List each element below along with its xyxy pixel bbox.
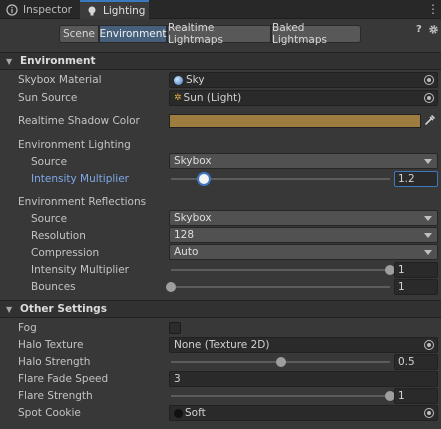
slider-thumb[interactable]	[275, 357, 286, 367]
halo-strength-label: Halo Strength	[18, 356, 91, 368]
halo-texture-field[interactable]: None (Texture 2D)	[169, 337, 438, 353]
eyedropper-icon[interactable]	[423, 113, 437, 127]
dropdown-value: Auto	[174, 246, 199, 258]
help-icon[interactable]: ?	[416, 24, 426, 36]
lightbulb-icon	[88, 6, 96, 15]
section-title: Other Settings	[20, 303, 107, 315]
tab-environment[interactable]: Environment	[99, 25, 167, 43]
halo-texture-label: Halo Texture	[18, 339, 84, 351]
slider-thumb[interactable]	[198, 174, 209, 184]
tab-realtime-lightmaps[interactable]: Realtime Lightmaps	[167, 22, 271, 46]
flare-strength-label: Flare Strength	[18, 390, 93, 402]
bounces-input[interactable]: 1	[394, 279, 438, 295]
tab-scene[interactable]: Scene	[59, 25, 99, 43]
bounces-label: Bounces	[31, 281, 76, 293]
chevron-down-icon	[424, 250, 432, 255]
resolution-label: Resolution	[31, 230, 86, 242]
fog-checkbox[interactable]	[169, 322, 181, 334]
object-picker-icon[interactable]	[424, 340, 434, 350]
spot-cookie-value: Soft	[185, 407, 206, 419]
reflection-intensity-slider[interactable]	[171, 269, 390, 271]
skybox-material-field[interactable]: Sky	[169, 72, 438, 88]
flare-fade-input[interactable]: 3	[169, 371, 438, 387]
skybox-material-value: Sky	[186, 74, 205, 86]
reflections-source-dropdown[interactable]: Skybox	[169, 210, 438, 226]
object-picker-icon[interactable]	[424, 93, 434, 103]
dropdown-value: 128	[174, 229, 195, 241]
sun-source-label: Sun Source	[18, 92, 78, 104]
resolution-dropdown[interactable]: 128	[169, 227, 438, 243]
lighting-intensity-label: Intensity Multiplier	[31, 173, 129, 185]
foldout-arrow-icon: ▼	[6, 56, 13, 66]
lighting-intensity-input[interactable]: 1.2	[394, 171, 438, 187]
light-icon: ✲	[174, 93, 182, 103]
bounces-slider[interactable]	[171, 286, 390, 288]
chevron-down-icon	[424, 216, 432, 221]
dropdown-value: Skybox	[174, 155, 212, 167]
reflection-intensity-input[interactable]: 1	[394, 262, 438, 278]
shadow-color-label: Realtime Shadow Color	[18, 115, 140, 127]
skybox-material-label: Skybox Material	[18, 74, 102, 86]
material-icon	[174, 75, 183, 85]
section-environment[interactable]: ▼ Environment	[0, 52, 441, 70]
spot-cookie-label: Spot Cookie	[18, 407, 81, 419]
dropdown-value: Skybox	[174, 212, 212, 224]
flare-strength-slider[interactable]	[171, 395, 390, 397]
section-other-settings[interactable]: ▼ Other Settings	[0, 300, 441, 318]
texture-icon	[174, 408, 183, 418]
shadow-color-swatch[interactable]	[169, 114, 421, 128]
reflection-intensity-label: Intensity Multiplier	[31, 264, 129, 276]
tab-inspector[interactable]: Inspector	[0, 0, 80, 19]
sun-source-value: Sun (Light)	[183, 92, 242, 104]
flare-strength-input[interactable]: 1	[394, 388, 438, 404]
fog-label: Fog	[18, 322, 37, 334]
flare-fade-value: 3	[174, 373, 181, 385]
compression-label: Compression	[31, 247, 100, 259]
slider-thumb[interactable]	[166, 282, 176, 292]
info-icon	[6, 3, 18, 16]
object-picker-icon[interactable]	[424, 75, 434, 85]
more-options-icon[interactable]: ⋮	[427, 2, 439, 16]
environment-reflections-heading: Environment Reflections	[18, 196, 147, 208]
reflections-source-label: Source	[31, 213, 68, 225]
foldout-arrow-icon: ▼	[6, 304, 13, 314]
compression-dropdown[interactable]: Auto	[169, 244, 438, 260]
sun-source-field[interactable]: ✲ Sun (Light)	[169, 90, 438, 106]
halo-texture-value: None (Texture 2D)	[174, 339, 270, 351]
tab-baked-lightmaps[interactable]: Baked Lightmaps	[271, 22, 361, 46]
lighting-source-label: Source	[31, 156, 68, 168]
section-title: Environment	[20, 55, 96, 67]
spot-cookie-field[interactable]: Soft	[169, 405, 438, 421]
environment-lighting-heading: Environment Lighting	[18, 139, 131, 151]
tab-label: Inspector	[23, 3, 72, 16]
flare-fade-label: Flare Fade Speed	[18, 373, 109, 385]
chevron-down-icon	[424, 233, 432, 238]
lighting-source-dropdown[interactable]: Skybox	[169, 153, 438, 169]
tab-lighting[interactable]: Lighting	[80, 0, 149, 19]
gear-icon[interactable]	[428, 24, 439, 35]
object-picker-icon[interactable]	[424, 408, 434, 418]
chevron-down-icon	[424, 159, 432, 164]
halo-strength-input[interactable]: 0.5	[394, 354, 438, 370]
tab-label: Lighting	[103, 4, 146, 17]
